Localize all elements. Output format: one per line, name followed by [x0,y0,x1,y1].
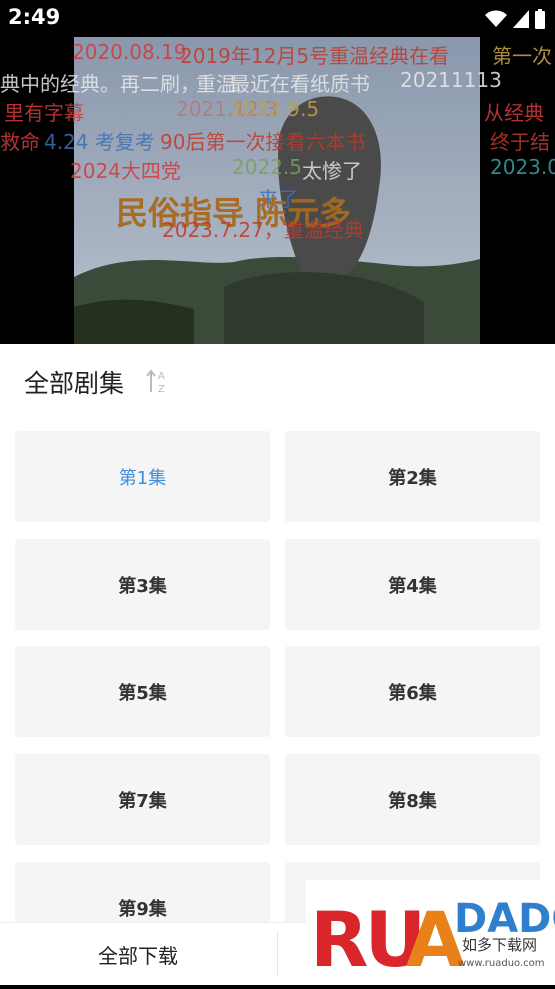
danmaku-comment: 2022.9.5 [230,97,320,121]
danmaku-comment: 第一次 [492,44,552,68]
danmaku-comment: 太惨了 [302,159,362,183]
ruadado-logo-image: RU A DADO 如多下载网 www.ruaduo.com [310,895,555,984]
watermark-logo: RU A DADO 如多下载网 www.ruaduo.com [306,880,555,985]
svg-text:Z: Z [158,384,165,394]
svg-text:A: A [158,371,165,382]
episode-1-button[interactable]: 第1集 [15,431,270,522]
download-all-button[interactable]: 全部下载 [0,923,276,985]
danmaku-comment: 4.24 考复考 [44,130,155,154]
wifi-icon [485,10,507,27]
episodes-title: 全部剧集 [24,369,125,398]
danmaku-comment: 里有字幕 [4,101,84,125]
episode-3-button[interactable]: 第3集 [15,539,270,630]
status-bar: 2:49 [0,0,555,36]
svg-text:如多下载网: 如多下载网 [462,936,537,954]
battery-icon [535,9,545,29]
danmaku-comment: 2019年12月5号重温经典在看 [180,44,450,68]
danmaku-comment: 最近在看纸质书 [230,72,370,96]
video-player[interactable]: 2:49 2020.08.19 2019年12月5号重温经典在看 第一次 典中的… [0,0,555,344]
sort-az-icon[interactable]: A Z [146,368,170,394]
danmaku-comment: 典中的经典。再二刷， [0,72,200,96]
danmaku-comment: 2020.08.19 [72,40,187,64]
danmaku-comment: 2023.7.27，重温经典 [162,218,364,242]
danmaku-comment: 2022.5 [232,155,302,179]
episode-2-button[interactable]: 第2集 [285,431,540,522]
episode-8-button[interactable]: 第8集 [285,754,540,845]
bar-divider [277,931,278,977]
danmaku-comment: 从经典 [484,101,544,125]
status-time: 2:49 [8,5,61,29]
episode-4-button[interactable]: 第4集 [285,539,540,630]
svg-text:www.ruaduo.com: www.ruaduo.com [458,958,545,969]
signal-icon [513,10,529,28]
episode-7-button[interactable]: 第7集 [15,754,270,845]
danmaku-comment: 救命 [0,130,40,154]
danmaku-comment: 20211113 [400,68,502,92]
danmaku-comment: 90后第一次接看六本书 [160,130,366,154]
danmaku-comment: 2023.0 [490,155,555,179]
danmaku-comment: 2024大四党 [70,159,181,183]
episode-6-button[interactable]: 第6集 [285,646,540,737]
danmaku-comment: 终于结 [490,130,550,154]
episode-5-button[interactable]: 第5集 [15,646,270,737]
